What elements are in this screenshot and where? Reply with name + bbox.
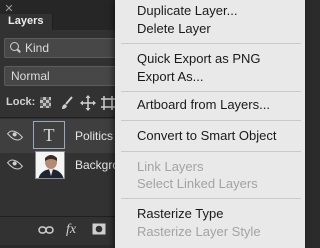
menu-item-duplicate-layer[interactable]: Duplicate Layer... [137, 3, 237, 18]
lock-artboard-icon[interactable] [101, 96, 115, 110]
menu-separator [121, 91, 301, 92]
menu-item-select-linked-layers: Select Linked Layers [137, 176, 258, 191]
search-icon [10, 42, 19, 51]
image-layer-thumbnail [35, 151, 65, 179]
layer-name[interactable]: Backgro [75, 158, 119, 172]
layer-context-menu: Duplicate Layer... Delete Layer Quick Ex… [115, 0, 305, 248]
divider [0, 117, 120, 118]
menu-separator [121, 151, 301, 152]
lock-label: Lock: [6, 96, 36, 108]
layer-row-background[interactable]: Backgro [0, 148, 120, 182]
lock-transparent-pixels-icon[interactable] [40, 97, 51, 108]
tab-layers[interactable]: Layers [0, 14, 53, 30]
menu-separator [121, 198, 301, 199]
menu-item-rasterize-layer-style: Rasterize Layer Style [137, 224, 261, 239]
mask-icon[interactable] [92, 223, 106, 235]
menu-item-convert-to-smart-object[interactable]: Convert to Smart Object [137, 128, 276, 143]
menu-separator [121, 120, 301, 121]
fx-icon[interactable]: fx [66, 222, 76, 238]
menu-item-rasterize-type[interactable]: Rasterize Type [137, 206, 223, 221]
text-layer-thumbnail: T [33, 121, 65, 149]
filter-kind-label: Kind [25, 41, 50, 55]
menu-item-artboard-from-layers[interactable]: Artboard from Layers... [137, 97, 270, 112]
text-layer-glyph: T [43, 125, 55, 145]
link-icon[interactable] [38, 225, 54, 235]
tab-layers-label: Layers [8, 15, 44, 27]
visibility-eye-icon[interactable] [6, 127, 24, 144]
menu-separator [121, 43, 301, 44]
menu-item-link-layers: Link Layers [137, 159, 204, 174]
lock-position-icon[interactable] [80, 95, 96, 111]
layer-name[interactable]: Politics i [75, 129, 119, 143]
lock-row: Lock: [0, 92, 120, 114]
blend-mode-label: Normal [11, 69, 50, 83]
visibility-eye-icon[interactable] [6, 156, 24, 173]
menu-item-delete-layer[interactable]: Delete Layer [137, 21, 211, 36]
lock-image-pixels-icon[interactable] [60, 96, 74, 110]
portrait-thumbnail-image [36, 152, 64, 178]
menu-item-quick-export-png[interactable]: Quick Export as PNG [137, 51, 261, 66]
menu-item-export-as[interactable]: Export As... [137, 69, 203, 84]
layers-bottom-toolbar: fx [0, 216, 120, 245]
